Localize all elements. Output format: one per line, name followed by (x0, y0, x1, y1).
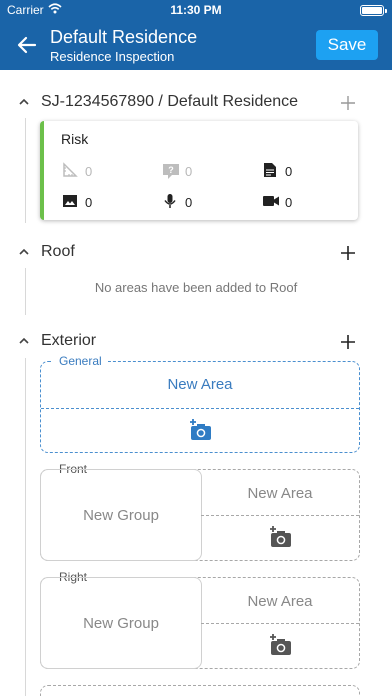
svg-text:?: ? (168, 165, 174, 175)
section-title-roof: Roof (41, 243, 75, 260)
clock: 11:30 PM (170, 3, 222, 17)
section-title-job: SJ-1234567890 / Default Residence (41, 93, 299, 110)
group-general: General New Area (40, 354, 360, 453)
section-header-roof: Roof (0, 241, 392, 265)
page-subtitle: Residence Inspection (50, 49, 175, 64)
section-divider (25, 118, 26, 223)
section-divider (25, 358, 26, 696)
page-title: Default Residence (50, 27, 198, 47)
stat-count: 0 (285, 195, 293, 210)
group-label: General (53, 354, 108, 368)
document-icon (264, 163, 276, 177)
new-group-cell[interactable]: New Group (40, 577, 202, 669)
new-area-button[interactable]: New Area (201, 485, 359, 502)
new-area-button[interactable]: New Area (201, 593, 359, 610)
back-arrow-icon[interactable] (14, 32, 40, 58)
microphone-icon (164, 194, 176, 208)
battery-icon (360, 5, 387, 16)
save-button[interactable]: Save (316, 30, 378, 60)
section-header-exterior: Exterior (0, 330, 392, 354)
new-group-cell[interactable]: New Group (40, 469, 202, 561)
stat-count: 0 (185, 164, 193, 179)
stat-count: 0 (185, 195, 193, 210)
risk-card[interactable]: Risk 0 ? 0 0 0 0 0 (40, 121, 358, 220)
group-front: Front New Group New Area (40, 462, 360, 561)
header-bar: Default Residence Residence Inspection S… (0, 20, 392, 70)
group-next-partial (40, 685, 360, 696)
stat-count: 0 (85, 164, 93, 179)
add-photo-icon[interactable] (189, 419, 213, 441)
image-icon (63, 195, 77, 207)
add-photo-icon[interactable] (269, 634, 293, 656)
section-header-job: SJ-1234567890 / Default Residence (0, 91, 392, 115)
chevron-up-icon[interactable] (18, 96, 30, 108)
ruler-icon (63, 162, 78, 177)
new-group-button[interactable]: New Group (41, 615, 201, 632)
chevron-up-icon[interactable] (18, 335, 30, 347)
divider (201, 515, 359, 516)
add-icon[interactable] (340, 95, 356, 111)
stat-count: 0 (285, 164, 293, 179)
status-bar: Carrier 11:30 PM (0, 0, 392, 20)
new-area-button[interactable]: New Area (41, 376, 359, 393)
section-title-exterior: Exterior (41, 332, 97, 349)
question-icon: ? (163, 164, 179, 179)
new-group-button[interactable]: New Group (41, 507, 201, 524)
chevron-up-icon[interactable] (18, 246, 30, 258)
divider (41, 408, 359, 409)
add-photo-icon[interactable] (269, 526, 293, 548)
add-icon[interactable] (340, 334, 356, 350)
empty-roof-message: No areas have been added to Roof (94, 280, 298, 295)
group-right: Right New Group New Area (40, 570, 360, 669)
divider (201, 623, 359, 624)
risk-card-title: Risk (61, 131, 89, 147)
video-icon (263, 196, 279, 206)
stat-count: 0 (85, 195, 93, 210)
add-icon[interactable] (340, 245, 356, 261)
